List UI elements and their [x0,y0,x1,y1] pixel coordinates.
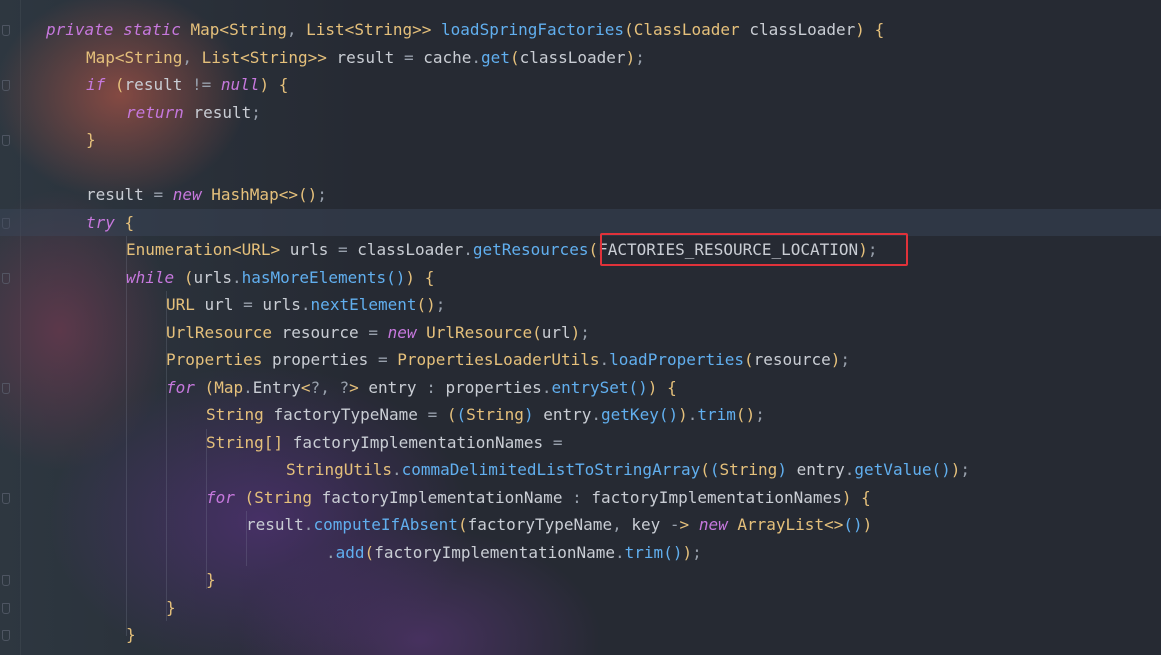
code-line[interactable]: StringUtils.commaDelimitedListToStringAr… [286,456,970,483]
code-line[interactable]: } [86,126,96,153]
code-line[interactable]: UrlResource resource = new UrlResource(u… [166,319,590,346]
code-line[interactable]: result.computeIfAbsent(factoryTypeName, … [246,511,872,538]
code-line[interactable]: if (result != null) { [86,71,288,98]
fold-marker-icon[interactable] [2,575,10,586]
code-line[interactable]: String[] factoryImplementationNames = [206,429,562,456]
fold-marker-icon[interactable] [2,602,10,614]
code-line[interactable]: for (String factoryImplementationName : … [206,484,871,511]
code-line[interactable]: } [206,566,216,593]
fold-marker-icon[interactable] [2,492,10,504]
fold-marker-icon[interactable] [2,135,10,146]
code-line[interactable]: for (Map.Entry<?, ?> entry : properties.… [166,374,677,401]
fold-marker-icon[interactable] [2,25,10,36]
code-editor[interactable]: private static Map<String, List<String>>… [0,0,1161,655]
current-line-highlight [0,209,1161,236]
indent-guide [126,236,127,636]
code-line[interactable]: try { [86,209,134,236]
code-line[interactable]: } [126,621,136,648]
highlight-annotation-box [600,233,908,266]
code-line[interactable]: result = new HashMap<>(); [86,181,327,208]
code-line[interactable]: private static Map<String, List<String>>… [46,16,884,43]
fold-marker-icon[interactable] [2,272,10,284]
code-line[interactable]: String factoryTypeName = ((String) entry… [206,401,765,428]
code-line[interactable]: Properties properties = PropertiesLoader… [166,346,850,373]
code-line[interactable]: Map<String, List<String>> result = cache… [86,44,645,71]
code-line[interactable]: while (urls.hasMoreElements()) { [126,264,434,291]
fold-marker-icon[interactable] [2,382,10,394]
fold-marker-icon[interactable] [2,630,10,641]
gutter [0,0,21,655]
code-line[interactable]: URL url = urls.nextElement(); [166,291,445,318]
code-line[interactable]: return result; [126,99,261,126]
code-line[interactable]: } [166,594,176,621]
code-line[interactable]: .add(factoryImplementationName.trim()); [326,539,702,566]
fold-marker-icon[interactable] [2,80,10,91]
